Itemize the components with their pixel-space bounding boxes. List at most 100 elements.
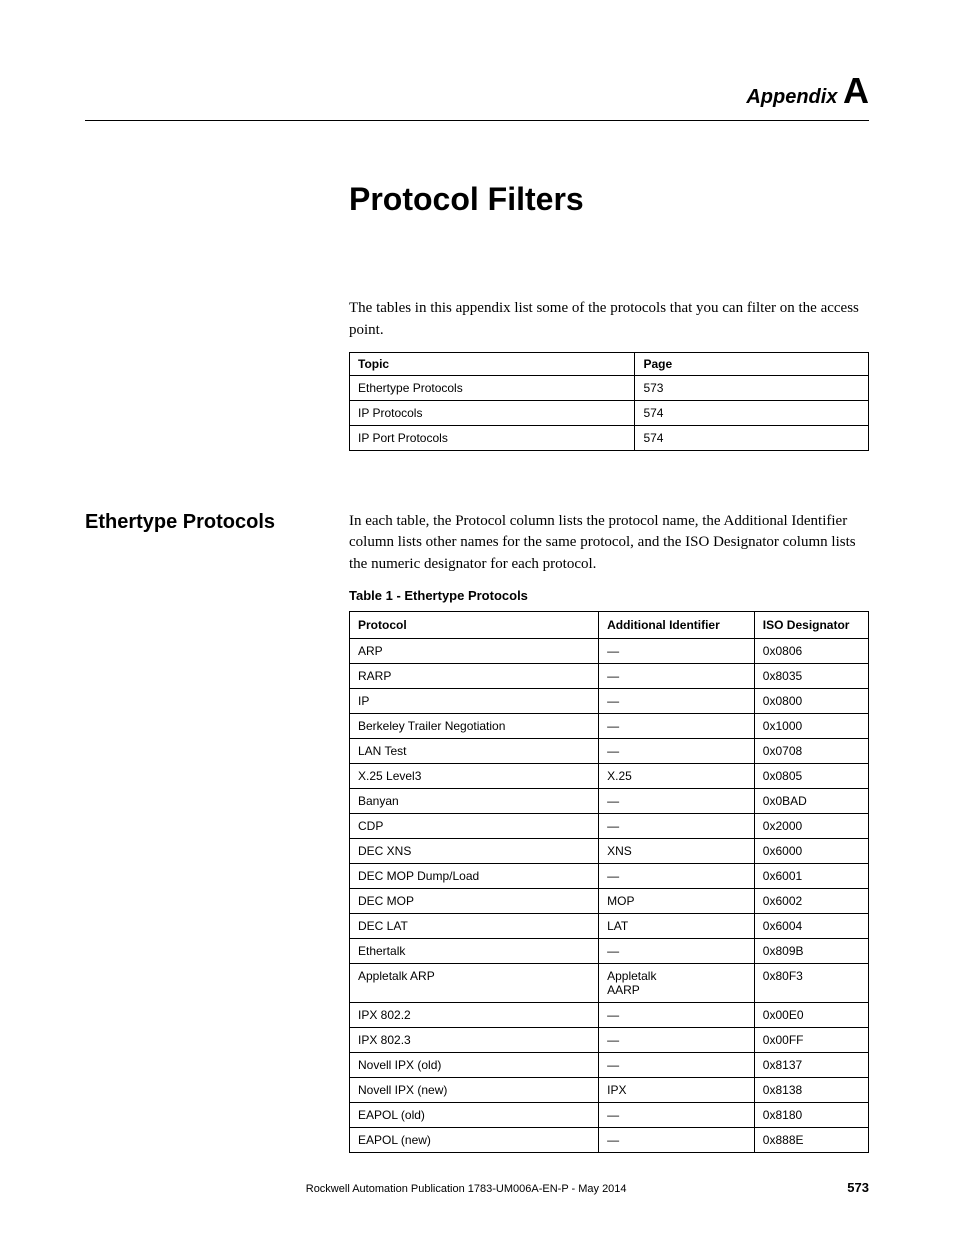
table-cell: 0x00E0 (754, 1002, 868, 1027)
table-cell: Novell IPX (old) (350, 1052, 599, 1077)
table-row: DEC MOP Dump/Load—0x6001 (350, 863, 869, 888)
toc-row: IP Port Protocols574 (350, 425, 869, 450)
table-cell: DEC MOP (350, 888, 599, 913)
table-cell: — (599, 813, 755, 838)
table-cell: — (599, 713, 755, 738)
table-row: Novell IPX (old)—0x8137 (350, 1052, 869, 1077)
proto-header-cell: Additional Identifier (599, 611, 755, 638)
table-row: CDP—0x2000 (350, 813, 869, 838)
table-cell: — (599, 1102, 755, 1127)
table-cell: 0x888E (754, 1127, 868, 1152)
toc-header-cell: Topic (350, 352, 635, 375)
footer-page-number: 573 (847, 1180, 869, 1195)
toc-cell: 574 (635, 425, 869, 450)
table-cell: 0x8035 (754, 663, 868, 688)
table-cell: DEC MOP Dump/Load (350, 863, 599, 888)
table-cell: 0x80F3 (754, 963, 868, 1002)
toc-row: IP Protocols574 (350, 400, 869, 425)
table-cell: 0x00FF (754, 1027, 868, 1052)
page-footer: Rockwell Automation Publication 1783-UM0… (85, 1180, 869, 1195)
table-row: LAN Test—0x0708 (350, 738, 869, 763)
table-cell: XNS (599, 838, 755, 863)
proto-header-cell: ISO Designator (754, 611, 868, 638)
table-cell: Banyan (350, 788, 599, 813)
table-cell: 0x6002 (754, 888, 868, 913)
table-cell: Berkeley Trailer Negotiation (350, 713, 599, 738)
table-cell: 0x0708 (754, 738, 868, 763)
table-row: Appletalk ARPAppletalk AARP0x80F3 (350, 963, 869, 1002)
table-cell: DEC XNS (350, 838, 599, 863)
ethertype-table: ProtocolAdditional IdentifierISO Designa… (349, 611, 869, 1153)
table-row: DEC XNSXNS0x6000 (350, 838, 869, 863)
table-row: DEC LATLAT0x6004 (350, 913, 869, 938)
toc-cell: IP Protocols (350, 400, 635, 425)
table-row: EAPOL (new)—0x888E (350, 1127, 869, 1152)
table-cell: — (599, 938, 755, 963)
toc-cell: 574 (635, 400, 869, 425)
header-rule: Appendix A (85, 70, 869, 121)
table-cell: 0x0805 (754, 763, 868, 788)
appendix-letter: A (843, 70, 869, 111)
table-cell: Ethertalk (350, 938, 599, 963)
table-cell: ARP (350, 638, 599, 663)
appendix-word: Appendix (746, 86, 837, 108)
table-row: Novell IPX (new)IPX0x8138 (350, 1077, 869, 1102)
table-cell: — (599, 863, 755, 888)
table-cell: 0x0BAD (754, 788, 868, 813)
table-row: ARP—0x0806 (350, 638, 869, 663)
table-cell: CDP (350, 813, 599, 838)
table-cell: X.25 (599, 763, 755, 788)
table-cell: IPX 802.3 (350, 1027, 599, 1052)
table-row: Ethertalk—0x809B (350, 938, 869, 963)
table-row: EAPOL (old)—0x8180 (350, 1102, 869, 1127)
table-cell: IP (350, 688, 599, 713)
section-body: In each table, the Protocol column lists… (349, 511, 869, 576)
table-cell: 0x0800 (754, 688, 868, 713)
table-cell: IPX 802.2 (350, 1002, 599, 1027)
table-cell: — (599, 638, 755, 663)
table-cell: DEC LAT (350, 913, 599, 938)
table-cell: Appletalk AARP (599, 963, 755, 1002)
table-cell: 0x8180 (754, 1102, 868, 1127)
table-cell: EAPOL (new) (350, 1127, 599, 1152)
table-row: DEC MOPMOP0x6002 (350, 888, 869, 913)
table-row: RARP—0x8035 (350, 663, 869, 688)
toc-cell: Ethertype Protocols (350, 375, 635, 400)
toc-header-cell: Page (635, 352, 869, 375)
toc-cell: 573 (635, 375, 869, 400)
table-cell: MOP (599, 888, 755, 913)
table-row: IP—0x0800 (350, 688, 869, 713)
table-cell: 0x6004 (754, 913, 868, 938)
table-cell: 0x809B (754, 938, 868, 963)
footer-publication: Rockwell Automation Publication 1783-UM0… (85, 1183, 847, 1195)
table-cell: — (599, 688, 755, 713)
table-cell: 0x2000 (754, 813, 868, 838)
table-cell: IPX (599, 1077, 755, 1102)
proto-header-cell: Protocol (350, 611, 599, 638)
table-cell: RARP (350, 663, 599, 688)
table-row: Banyan—0x0BAD (350, 788, 869, 813)
page-title: Protocol Filters (349, 181, 869, 218)
table-cell: — (599, 738, 755, 763)
table-cell: LAN Test (350, 738, 599, 763)
table-row: IPX 802.2—0x00E0 (350, 1002, 869, 1027)
table-cell: EAPOL (old) (350, 1102, 599, 1127)
table-cell: 0x0806 (754, 638, 868, 663)
table-cell: — (599, 1052, 755, 1077)
intro-paragraph: The tables in this appendix list some of… (349, 298, 869, 342)
table-cell: Novell IPX (new) (350, 1077, 599, 1102)
table-cell: — (599, 1027, 755, 1052)
toc-cell: IP Port Protocols (350, 425, 635, 450)
table-cell: — (599, 1002, 755, 1027)
table-caption: Table 1 - Ethertype Protocols (349, 588, 869, 603)
table-cell: X.25 Level3 (350, 763, 599, 788)
table-cell: — (599, 1127, 755, 1152)
table-cell: LAT (599, 913, 755, 938)
section-heading: Ethertype Protocols (85, 511, 329, 534)
toc-table: TopicPage Ethertype Protocols573IP Proto… (349, 352, 869, 451)
table-row: Berkeley Trailer Negotiation—0x1000 (350, 713, 869, 738)
table-cell: Appletalk ARP (350, 963, 599, 1002)
table-cell: 0x6000 (754, 838, 868, 863)
table-cell: 0x8137 (754, 1052, 868, 1077)
table-cell: 0x6001 (754, 863, 868, 888)
